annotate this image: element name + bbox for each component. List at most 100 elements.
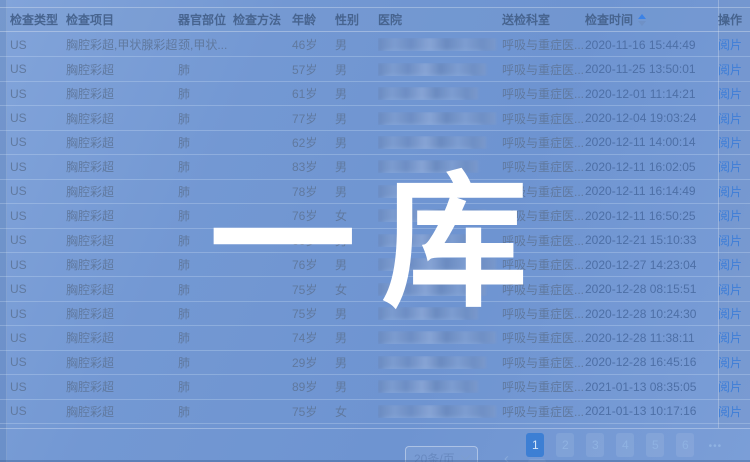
view-images-link[interactable]: 阅片	[718, 160, 742, 174]
view-images-link[interactable]: 阅片	[718, 356, 742, 370]
cell-exam-item: 胸腔彩超	[66, 305, 178, 322]
cell-exam-type: US	[0, 38, 66, 52]
sort-asc-icon[interactable]	[638, 14, 646, 19]
hospital-redacted-blur	[378, 356, 486, 369]
cell-age: 77岁	[292, 110, 335, 127]
sort-desc-icon[interactable]	[638, 21, 646, 26]
table-row: US 胸腔彩超 肺 77岁 男 呼吸与重症医... 2020-12-04 19:…	[0, 106, 750, 130]
table-row: US 胸腔彩超 肺 62岁 男 呼吸与重症医... 2020-12-11 14:…	[0, 131, 750, 155]
cell-exam-item: 胸腔彩超	[66, 354, 178, 371]
table-row: US 胸腔彩超 肺 75岁 女 呼吸与重症医... 2021-01-13 10:…	[0, 400, 750, 424]
view-images-link[interactable]: 阅片	[718, 258, 742, 272]
cell-hospital	[378, 380, 502, 393]
view-images-link[interactable]: 阅片	[718, 283, 742, 297]
cell-exam-type: US	[0, 209, 66, 223]
page-button-4[interactable]: 4	[616, 433, 634, 457]
cell-exam-time: 2020-12-11 16:02:05	[585, 160, 718, 174]
page-button-2[interactable]: 2	[556, 433, 574, 457]
cell-department: 呼吸与重症医...	[502, 329, 585, 346]
hospital-redacted-blur	[378, 405, 496, 418]
page-button-3[interactable]: 3	[586, 433, 604, 457]
cell-hospital	[378, 405, 502, 418]
page-size-select[interactable]: 20条/页	[405, 446, 478, 462]
cell-exam-time: 2020-12-28 08:15:51	[585, 282, 718, 296]
table-row: US 胸腔彩超 肺 29岁 男 呼吸与重症医... 2020-12-28 16:…	[0, 351, 750, 375]
cell-exam-time: 2020-12-01 11:14:21	[585, 87, 718, 101]
view-images-link[interactable]: 阅片	[718, 234, 742, 248]
cell-department: 呼吸与重症医...	[502, 61, 585, 78]
header-exam-item: 检查项目	[66, 11, 178, 28]
cell-gender: 男	[335, 134, 378, 151]
view-images-link[interactable]: 阅片	[718, 209, 742, 223]
watermark-text: 一库	[197, 170, 554, 316]
hospital-redacted-blur	[378, 63, 486, 76]
table-row: US 胸腔彩超 肺 74岁 男 呼吸与重症医... 2020-12-28 11:…	[0, 326, 750, 350]
cell-hospital	[378, 38, 502, 51]
cell-department: 呼吸与重症医...	[502, 403, 585, 420]
page-button-6[interactable]: 6	[676, 433, 694, 457]
cell-exam-item: 胸腔彩超	[66, 256, 178, 273]
table-footer: 20条/页 ‹ 123456•••16	[0, 428, 750, 462]
cell-exam-time: 2020-12-04 19:03:24	[585, 111, 718, 125]
cell-exam-item: 胸腔彩超	[66, 329, 178, 346]
hospital-redacted-blur	[378, 136, 486, 149]
cell-exam-time: 2020-12-27 14:23:04	[585, 258, 718, 272]
view-images-link[interactable]: 阅片	[718, 405, 742, 419]
header-exam-time[interactable]: 检查时间	[585, 11, 718, 28]
prev-page-button[interactable]: ‹	[497, 450, 517, 462]
cell-organ-part: 肺	[178, 403, 233, 420]
view-images-link[interactable]: 阅片	[718, 63, 742, 77]
view-images-link[interactable]: 阅片	[718, 112, 742, 126]
cell-gender: 男	[335, 61, 378, 78]
view-images-link[interactable]: 阅片	[718, 331, 742, 345]
cell-gender: 男	[335, 110, 378, 127]
cell-exam-type: US	[0, 160, 66, 174]
pagination: 20条/页 ‹ 123456•••16	[405, 433, 750, 462]
hospital-redacted-blur	[378, 331, 496, 344]
cell-hospital	[378, 87, 502, 100]
cell-department: 呼吸与重症医...	[502, 85, 585, 102]
cell-exam-item: 胸腔彩超	[66, 85, 178, 102]
hospital-redacted-blur	[378, 380, 478, 393]
cell-organ-part: 肺	[178, 378, 233, 395]
cell-age: 62岁	[292, 134, 335, 151]
cell-exam-type: US	[0, 380, 66, 394]
hospital-redacted-blur	[378, 112, 496, 125]
cell-exam-time: 2021-01-13 08:35:05	[585, 380, 718, 394]
page-button-5[interactable]: 5	[646, 433, 664, 457]
cell-age: 61岁	[292, 85, 335, 102]
cell-exam-item: 胸腔彩超	[66, 403, 178, 420]
sort-carets[interactable]	[638, 14, 646, 26]
table-row: US 胸腔彩超 肺 57岁 男 呼吸与重症医... 2020-11-25 13:…	[0, 57, 750, 81]
view-images-link[interactable]: 阅片	[718, 136, 742, 150]
cell-exam-type: US	[0, 233, 66, 247]
cell-gender: 男	[335, 354, 378, 371]
header-department: 送检科室	[502, 11, 585, 28]
cell-exam-type: US	[0, 331, 66, 345]
cell-age: 74岁	[292, 329, 335, 346]
cell-hospital	[378, 112, 502, 125]
header-hospital: 医院	[378, 11, 502, 28]
cell-exam-time: 2020-11-16 15:44:49	[585, 38, 718, 52]
cell-exam-item: 胸腔彩超	[66, 232, 178, 249]
page-ellipsis[interactable]: •••	[706, 435, 724, 459]
cell-exam-item: 胸腔彩超,甲状腺彩超	[66, 36, 178, 53]
view-images-link[interactable]: 阅片	[718, 87, 742, 101]
header-exam-method: 检查方法	[233, 11, 292, 28]
cell-organ-part: 肺	[178, 110, 233, 127]
cell-hospital	[378, 136, 502, 149]
cell-department: 呼吸与重症医...	[502, 36, 585, 53]
cell-organ-part: 肺	[178, 134, 233, 151]
cell-age: 46岁	[292, 36, 335, 53]
view-images-link[interactable]: 阅片	[718, 38, 742, 52]
view-images-link[interactable]: 阅片	[718, 307, 742, 321]
view-images-link[interactable]: 阅片	[718, 185, 742, 199]
view-images-link[interactable]: 阅片	[718, 380, 742, 394]
cell-age: 57岁	[292, 61, 335, 78]
cell-organ-part: 肺	[178, 329, 233, 346]
page-button-1[interactable]: 1	[526, 433, 544, 457]
cell-exam-time: 2021-01-13 10:17:16	[585, 404, 718, 418]
cell-department: 呼吸与重症医...	[502, 378, 585, 395]
cell-organ-part: 肺	[178, 61, 233, 78]
header-exam-type: 检查类型	[0, 11, 66, 28]
